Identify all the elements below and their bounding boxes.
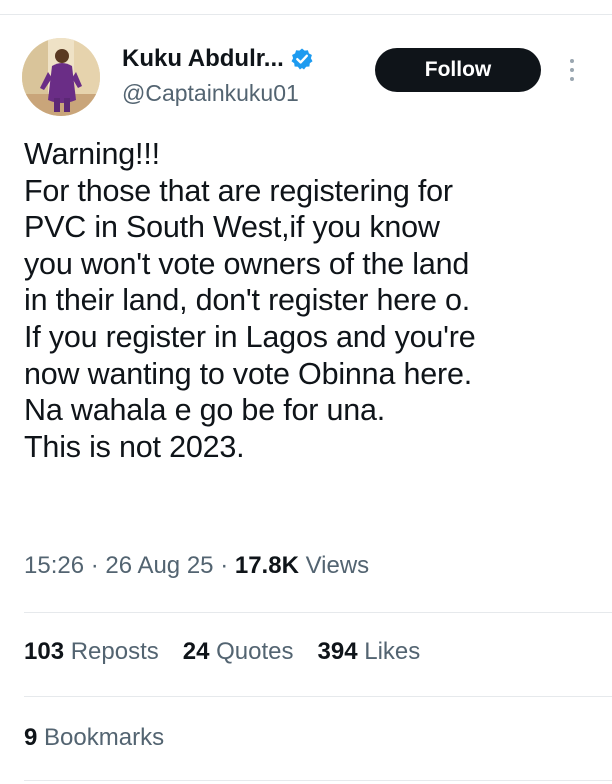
user-info: Kuku Abdulr... @Captainkuku01 bbox=[122, 44, 314, 107]
reposts-count: 103 bbox=[24, 638, 65, 665]
likes-stat[interactable]: 394 Likes bbox=[318, 638, 421, 666]
tweet-line: This is not 2023. bbox=[24, 429, 245, 464]
bookmarks-label: Bookmarks bbox=[44, 724, 165, 751]
tweet-line: you won't vote owners of the land bbox=[24, 246, 470, 281]
avatar-image bbox=[22, 38, 100, 116]
tweet-line: For those that are registering for bbox=[24, 173, 453, 208]
tweet-time[interactable]: 15:26 bbox=[24, 552, 84, 579]
reposts-stat[interactable]: 103 Reposts bbox=[24, 638, 159, 666]
display-name[interactable]: Kuku Abdulr... bbox=[122, 45, 284, 73]
tweet-line: Warning!!! bbox=[24, 137, 160, 171]
tweet-date[interactable]: 26 Aug 25 bbox=[105, 552, 213, 579]
tweet-header: Kuku Abdulr... @Captainkuku01 Follow bbox=[22, 38, 592, 118]
name-row: Kuku Abdulr... bbox=[122, 44, 314, 74]
divider bbox=[24, 780, 612, 781]
verified-badge-icon bbox=[291, 48, 313, 70]
views-label: Views bbox=[305, 552, 370, 579]
likes-label: Likes bbox=[364, 638, 421, 665]
likes-count: 394 bbox=[317, 638, 358, 665]
tweet-line: in their land, don't register here o. bbox=[24, 283, 471, 318]
more-vertical-icon[interactable] bbox=[562, 52, 582, 88]
views-count: 17.8K bbox=[234, 552, 299, 579]
meta-separator: · bbox=[90, 552, 106, 579]
tweet-line: If you register in Lagos and you're bbox=[24, 319, 476, 354]
reposts-label: Reposts bbox=[70, 638, 159, 665]
top-divider bbox=[0, 14, 612, 15]
quotes-stat[interactable]: 24 Quotes bbox=[183, 638, 294, 666]
quotes-count: 24 bbox=[182, 638, 210, 665]
more-dot bbox=[570, 68, 574, 72]
tweet-meta: 15:26 · 26 Aug 25 · 17.8K Views bbox=[24, 552, 369, 580]
avatar[interactable] bbox=[22, 38, 100, 116]
engagement-stats: 103 Reposts 24 Quotes 394 Likes bbox=[24, 638, 420, 666]
tweet-line: Na wahala e go be for una. bbox=[24, 393, 386, 428]
quotes-label: Quotes bbox=[216, 638, 294, 665]
divider bbox=[24, 612, 612, 613]
meta-separator: · bbox=[220, 552, 235, 579]
more-dot bbox=[570, 59, 574, 63]
more-dot bbox=[570, 77, 574, 81]
user-handle[interactable]: @Captainkuku01 bbox=[122, 80, 314, 107]
divider bbox=[24, 696, 612, 697]
tweet-line: PVC in South West,if you know bbox=[24, 210, 440, 245]
tweet-line: now wanting to vote Obinna here. bbox=[24, 356, 473, 391]
bookmarks-stat[interactable]: 9 Bookmarks bbox=[24, 724, 164, 752]
follow-button[interactable]: Follow bbox=[375, 48, 541, 92]
tweet-text: Warning!!! For those that are registerin… bbox=[24, 136, 594, 465]
bookmarks-count: 9 bbox=[24, 724, 38, 751]
